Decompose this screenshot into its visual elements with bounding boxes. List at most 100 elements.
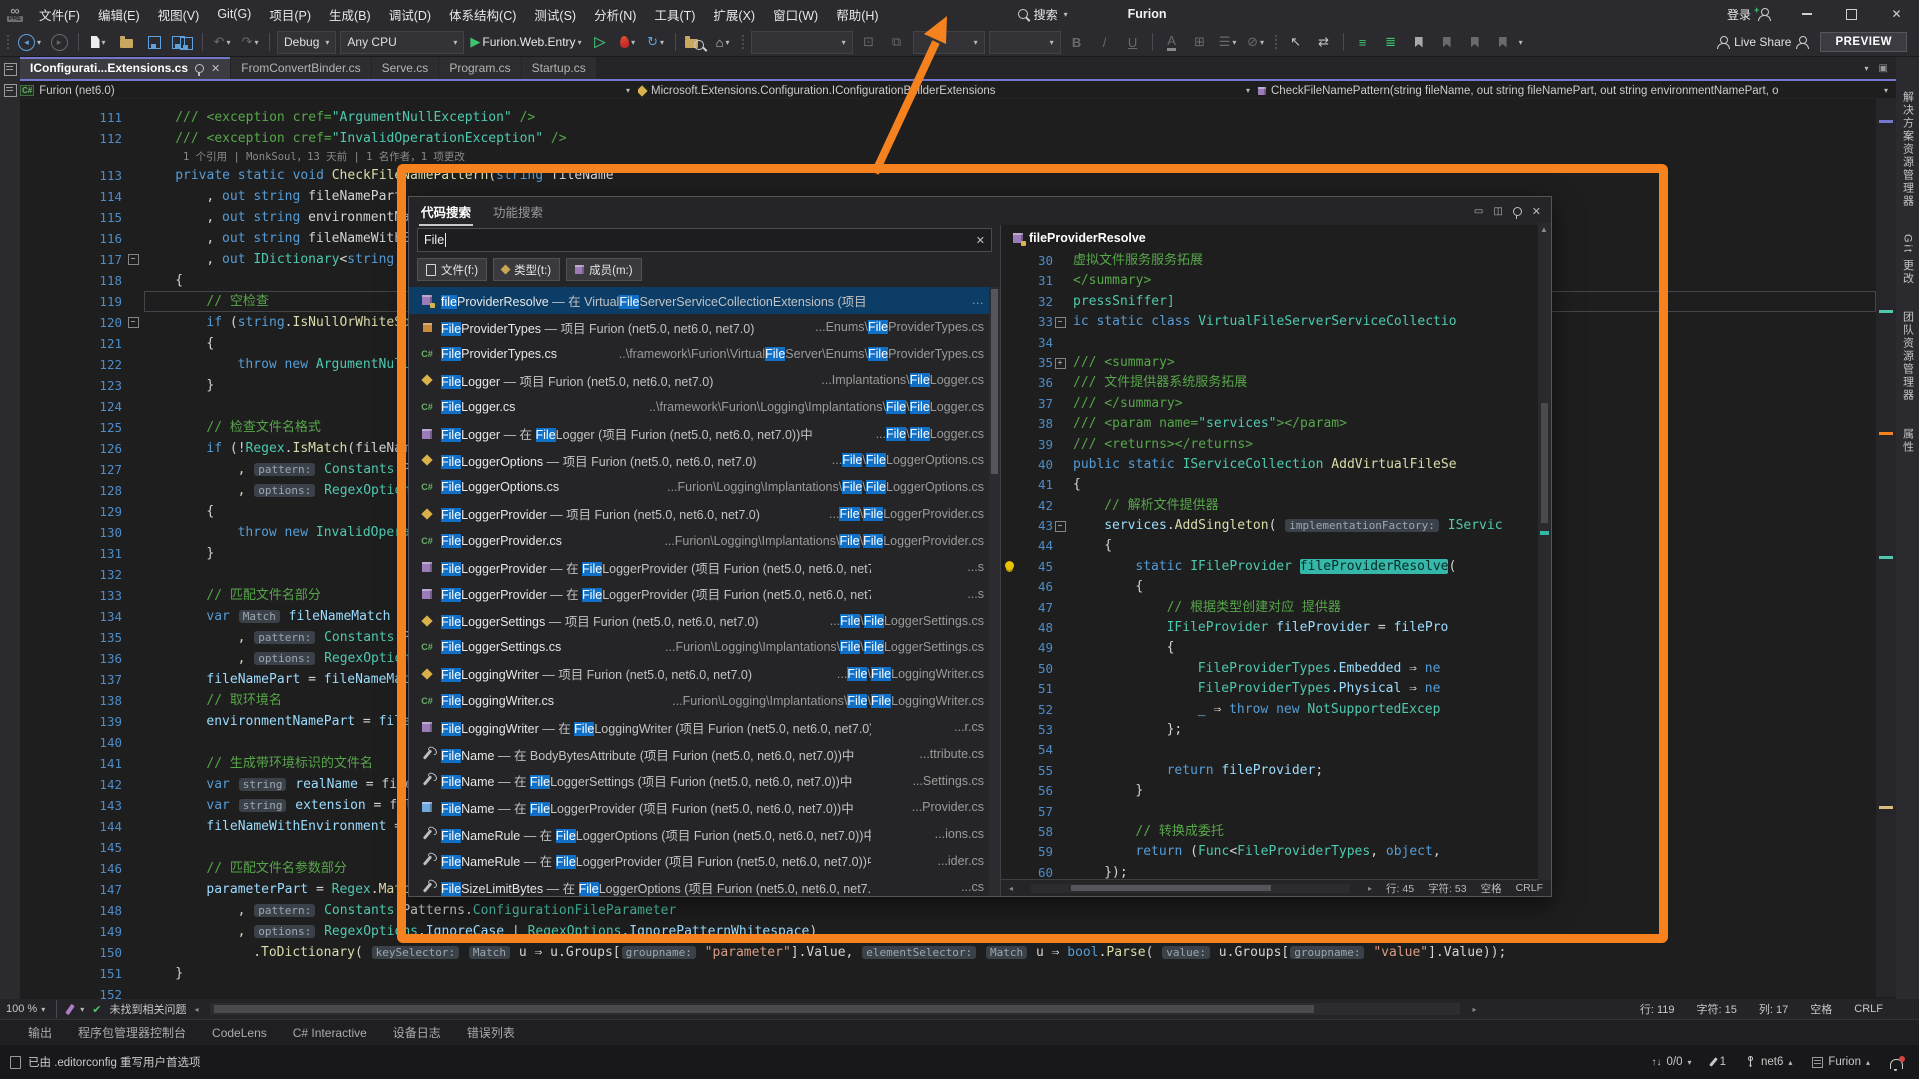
search-result-row[interactable]: FileNameRule — 在 FileLoggerProvider (项目 … [409, 847, 1000, 874]
link-button[interactable]: ⊘▾ [1244, 31, 1268, 53]
copy-format-button[interactable]: ⧉ [885, 31, 909, 53]
float-window-icon[interactable]: ▣ [1879, 63, 1888, 74]
search-input[interactable]: File ✕ [417, 228, 992, 252]
goto-definition-button[interactable]: ↖ [1284, 31, 1308, 53]
filter-chip-file[interactable]: 文件(f:) [417, 258, 487, 281]
toolbar-grip[interactable] [6, 34, 10, 50]
eol-indicator[interactable]: CRLF [1854, 1003, 1883, 1015]
font-name-dropdown[interactable]: ▾ [751, 31, 853, 54]
menu-item-S[interactable]: 测试(S) [525, 0, 585, 28]
results-scrollbar[interactable] [989, 287, 1000, 896]
code-cleanup-icon[interactable] [65, 1003, 75, 1014]
search-result-row[interactable]: FileName — 在 BodyBytesAttribute (项目 Furi… [409, 741, 1000, 768]
panel-tab-程序包管理器控制台[interactable]: 程序包管理器控制台 [78, 1024, 186, 1041]
pin-icon[interactable] [1513, 207, 1522, 216]
new-file-button[interactable]: ▾ [86, 31, 110, 53]
fold-collapse-icon[interactable]: − [1055, 521, 1066, 532]
toolbar-overflow-icon[interactable]: ▾ [1519, 38, 1523, 47]
search-result-row[interactable]: FileLoggerProvider — 项目 Furion (net5.0, … [409, 501, 1000, 528]
restart-button[interactable]: ↻▾ [644, 31, 668, 53]
panel-tab-C# Interactive[interactable]: C# Interactive [293, 1026, 367, 1040]
navigate-forward-button[interactable]: ▸ [47, 31, 71, 53]
open-file-button[interactable] [114, 31, 138, 53]
search-result-row[interactable]: FileLoggingWriter — 在 FileLoggingWriter … [409, 714, 1000, 741]
underline-button[interactable]: U [1121, 31, 1145, 53]
search-result-row[interactable]: C#FileLogger.cs..\framework\Furion\Loggi… [409, 394, 1000, 421]
close-tab-icon[interactable]: ✕ [211, 62, 220, 75]
notifications-button[interactable] [1890, 1056, 1903, 1069]
start-without-debug-button[interactable]: ▶ [588, 31, 612, 53]
pending-edits-button[interactable]: 1 [1712, 1056, 1726, 1068]
menu-item-GitG[interactable]: Git(G) [208, 0, 260, 28]
panel-tab-输出[interactable]: 输出 [28, 1024, 52, 1041]
filter-chip-member[interactable]: 成员(m:) [566, 258, 641, 281]
search-result-row[interactable]: FileName — 在 FileLoggerProvider (项目 Furi… [409, 794, 1000, 821]
navigate-back-button[interactable]: ◂▾ [16, 31, 43, 53]
bold-button[interactable]: B [1065, 31, 1089, 53]
redo-button[interactable]: ↷▾ [238, 31, 262, 53]
menu-item-X[interactable]: 扩展(X) [704, 0, 764, 28]
scroll-right-icon[interactable]: ▸ [1368, 884, 1372, 893]
side-tab-解决方案资源管理器[interactable]: 解决方案资源管理器 [1900, 91, 1916, 208]
codelens-info[interactable]: 1 个引用 | MonkSoul，13 天前 | 1 名作者，1 项更改 [20, 149, 1876, 165]
highlight-button[interactable]: ⊞ [1188, 31, 1212, 53]
solution-configuration-dropdown[interactable]: Debug▾ [277, 31, 336, 54]
menu-item-D[interactable]: 调试(D) [380, 0, 440, 28]
preview-whitespace-indicator[interactable]: 空格 [1481, 881, 1502, 896]
menu-item-W[interactable]: 窗口(W) [764, 0, 827, 28]
preview-horizontal-scrollbar[interactable] [1031, 884, 1350, 893]
restore-button[interactable] [1829, 0, 1874, 28]
search-result-row[interactable]: FileLogger — 在 FileLogger (项目 Furion (ne… [409, 420, 1000, 447]
panel-tab-错误列表[interactable]: 错误列表 [467, 1024, 515, 1041]
search-result-row[interactable]: FileLogger — 项目 Furion (net5.0, net6.0, … [409, 367, 1000, 394]
health-status[interactable]: 未找到相关问题 [109, 1001, 186, 1017]
search-result-row[interactable]: fileProviderResolve — 在 VirtualFileServe… [409, 287, 1000, 314]
search-result-row[interactable]: FileNameRule — 在 FileLoggerOptions (项目 F… [409, 821, 1000, 848]
menu-item-C[interactable]: 体系结构(C) [440, 0, 525, 28]
tab-FromConvertBinder.cs[interactable]: FromConvertBinder.cs [231, 57, 370, 79]
layout-icon[interactable]: ▭ [1474, 206, 1483, 217]
hot-reload-button[interactable]: ▾ [616, 31, 640, 53]
scroll-right-icon[interactable]: ▸ [1472, 1005, 1476, 1014]
lightbulb-icon[interactable] [1005, 561, 1014, 570]
tab-Serve.cs[interactable]: Serve.cs [372, 57, 439, 79]
italic-button[interactable]: / [1093, 31, 1117, 53]
panel-tab-CodeLens[interactable]: CodeLens [212, 1026, 267, 1040]
menu-item-H[interactable]: 帮助(H) [827, 0, 887, 28]
browser-preview-button[interactable]: ⌂▾ [711, 31, 735, 53]
fold-expand-icon[interactable]: + [1055, 358, 1066, 369]
menu-item-V[interactable]: 视图(V) [149, 0, 209, 28]
menu-item-P[interactable]: 项目(P) [260, 0, 320, 28]
tab-IConfigurati...Extensions.cs[interactable]: IConfigurati...Extensions.cs✕ [20, 57, 230, 79]
zoom-level-dropdown[interactable]: 100 %▾ [6, 1003, 45, 1015]
close-icon[interactable]: ✕ [1532, 205, 1541, 218]
breadcrumb-project[interactable]: C# Furion (net6.0) ▾ [20, 85, 638, 97]
search-result-row[interactable]: FileLoggerSettings — 项目 Furion (net5.0, … [409, 607, 1000, 634]
fold-collapse-icon[interactable]: − [1055, 317, 1066, 328]
editor-horizontal-scrollbar[interactable] [210, 1003, 1460, 1015]
sign-in-button[interactable]: 登录 + [1713, 6, 1784, 23]
close-button[interactable]: ✕ [1874, 0, 1919, 28]
feedback-icon[interactable] [1795, 36, 1808, 49]
tab-Startup.cs[interactable]: Startup.cs [522, 57, 596, 79]
menu-item-F[interactable]: 文件(F) [30, 0, 89, 28]
side-tab-团队资源管理器[interactable]: 团队资源管理器 [1900, 311, 1916, 402]
fold-collapse-icon[interactable]: − [128, 317, 139, 328]
breadcrumb-type[interactable]: Microsoft.Extensions.Configuration.IConf… [638, 85, 1258, 97]
font-color-button[interactable]: A [1160, 31, 1184, 53]
menu-item-N[interactable]: 分析(N) [585, 0, 645, 28]
minimize-button[interactable] [1784, 0, 1829, 28]
filter-chip-type[interactable]: 类型(t:) [493, 258, 560, 281]
tab-list-chevron-icon[interactable]: ▾ [1865, 64, 1869, 73]
clear-search-icon[interactable]: ✕ [976, 234, 985, 247]
search-result-row[interactable]: FileLoggerProvider — 在 FileLoggerProvide… [409, 581, 1000, 608]
tab-Program.cs[interactable]: Program.cs [439, 57, 520, 79]
popup-tab-功能搜索[interactable]: 功能搜索 [491, 197, 545, 226]
indent-decrease-button[interactable]: ≡ [1351, 31, 1375, 53]
pin-tab-icon[interactable] [195, 64, 204, 73]
editor-vertical-scrollbar[interactable] [1876, 99, 1896, 997]
clear-bookmarks-button[interactable] [1491, 31, 1515, 53]
next-bookmark-button[interactable] [1463, 31, 1487, 53]
breadcrumb-member[interactable]: CheckFileNamePattern(string fileName, ou… [1258, 85, 1896, 97]
search-result-row[interactable]: FileLoggingWriter — 项目 Furion (net5.0, n… [409, 661, 1000, 688]
